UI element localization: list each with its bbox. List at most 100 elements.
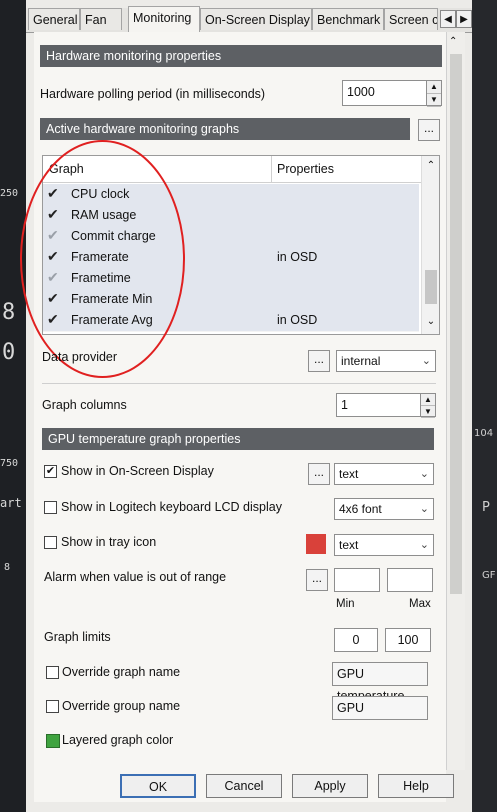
divider [42, 383, 436, 384]
help-button[interactable]: Help [378, 774, 454, 798]
data-provider-more-button[interactable]: ... [308, 350, 330, 372]
graph-list[interactable]: Graph Properties ✔ CPU clock ✔ RAM usage… [42, 155, 440, 335]
chevron-down-icon[interactable]: ⌄ [422, 316, 439, 327]
spin-down-icon[interactable]: ▼ [427, 94, 441, 107]
override-group-name-checkbox[interactable] [46, 700, 59, 713]
panel-scrollbar[interactable]: ⌃ [446, 32, 465, 770]
override-graph-name-checkbox[interactable] [46, 666, 59, 679]
graph-columns-value: 1 [341, 398, 348, 412]
panel-scrollbar-thumb[interactable] [450, 54, 462, 594]
tray-checkbox[interactable] [44, 536, 57, 549]
chevron-down-icon[interactable]: ⌄ [420, 464, 429, 484]
cancel-button[interactable]: Cancel [206, 774, 282, 798]
background-text: GF [482, 570, 496, 581]
alarm-min-input[interactable] [334, 568, 380, 592]
override-group-name-label: Override group name [62, 699, 181, 713]
logitech-checkbox[interactable] [44, 501, 57, 514]
alarm-more-button[interactable]: ... [306, 569, 328, 591]
apply-button[interactable]: Apply [292, 774, 368, 798]
graph-limit-min-input[interactable]: 0 [334, 628, 378, 652]
graph-name: RAM usage [71, 208, 137, 222]
unchecked-icon[interactable]: ✔ [47, 269, 59, 286]
scroll-up-icon[interactable]: ⌃ [449, 36, 457, 47]
polling-period-stepper[interactable]: ▲ ▼ [426, 81, 441, 107]
graph-list-row[interactable]: ✔ Framerate Avg in OSD [43, 310, 419, 332]
tray-format-select[interactable]: text ⌄ [334, 534, 434, 556]
background-text: 8 [2, 300, 16, 325]
override-group-name-input[interactable]: GPU [332, 696, 428, 720]
graph-list-row[interactable]: ✔ Commit charge [43, 226, 419, 248]
column-header-properties[interactable]: Properties [277, 162, 334, 176]
osd-format-value: text [339, 467, 359, 481]
background-right-strip: 104 P GF [470, 0, 497, 812]
alarm-max-input[interactable] [387, 568, 433, 592]
section-active-graphs: Active hardware monitoring graphs [40, 118, 410, 140]
graph-limit-max-input[interactable]: 100 [385, 628, 431, 652]
tab-scroll-right-icon[interactable]: ▶ [456, 10, 472, 28]
background-text: 250 [0, 188, 19, 199]
graph-list-row[interactable]: ✔ Framerate in OSD [43, 247, 419, 269]
alarm-min-label: Min [336, 598, 355, 610]
layered-color-swatch[interactable] [46, 734, 60, 748]
graph-list-row[interactable]: ✔ Frametime [43, 268, 419, 290]
column-header-graph[interactable]: Graph [49, 162, 84, 176]
graph-list-row[interactable]: ✔ CPU clock [43, 184, 419, 206]
ok-button[interactable]: OK [120, 774, 196, 798]
data-provider-select[interactable]: internal ⌄ [336, 350, 436, 372]
graph-properties: in OSD [277, 313, 318, 327]
tab-fan[interactable]: Fan [80, 8, 122, 30]
graph-name: Framerate [71, 250, 129, 264]
graph-columns-stepper[interactable]: ▲ ▼ [420, 394, 435, 418]
osd-checkbox[interactable]: ✔ [44, 465, 57, 478]
graph-list-scrollbar[interactable]: ⌃ ⌄ [421, 156, 439, 334]
column-separator [271, 156, 272, 182]
graph-name: CPU clock [71, 187, 130, 201]
background-text: 104 [474, 428, 494, 439]
graph-name: Framerate Min [71, 292, 153, 306]
logitech-format-select[interactable]: 4x6 font ⌄ [334, 498, 434, 520]
graph-columns-label: Graph columns [42, 398, 127, 412]
chevron-down-icon[interactable]: ⌄ [420, 499, 429, 519]
spin-up-icon[interactable]: ▲ [421, 394, 435, 406]
tab-on-screen-display[interactable]: On-Screen Display [200, 8, 312, 30]
background-left-strip: 250 8 0 750 art 8 [0, 0, 26, 812]
graph-properties: in OSD [277, 250, 318, 264]
chevron-down-icon[interactable]: ⌄ [420, 535, 429, 555]
graph-name: Frametime [71, 271, 131, 285]
spin-down-icon[interactable]: ▼ [421, 406, 435, 418]
background-text: art [0, 496, 22, 510]
tab-screen-capture[interactable]: Screen c [384, 8, 438, 30]
checked-icon[interactable]: ✔ [47, 311, 59, 328]
checked-icon[interactable]: ✔ [47, 185, 59, 202]
osd-format-select[interactable]: text ⌄ [334, 463, 434, 485]
background-text: 750 [0, 458, 19, 469]
checked-icon[interactable]: ✔ [47, 206, 59, 223]
active-graphs-more-button[interactable]: ... [418, 119, 440, 141]
polling-period-input[interactable]: 1000 ▲ ▼ [342, 80, 442, 107]
unchecked-icon[interactable]: ✔ [47, 227, 59, 244]
alarm-max-label: Max [409, 598, 431, 610]
override-graph-name-input[interactable]: GPU temperature [332, 662, 428, 703]
tab-monitoring[interactable]: Monitoring [128, 6, 200, 32]
graph-list-header: Graph Properties [43, 156, 423, 183]
chevron-up-icon[interactable]: ⌃ [422, 160, 439, 171]
spin-up-icon[interactable]: ▲ [427, 81, 441, 94]
checked-icon[interactable]: ✔ [47, 248, 59, 265]
section-hardware-monitoring: Hardware monitoring properties [40, 45, 442, 67]
tab-general[interactable]: General [28, 8, 80, 30]
graph-columns-input[interactable]: 1 ▲ ▼ [336, 393, 436, 418]
osd-more-button[interactable]: ... [308, 463, 330, 485]
chevron-down-icon[interactable]: ⌄ [422, 351, 431, 371]
data-provider-label: Data provider [42, 350, 118, 364]
graph-list-row[interactable]: ✔ Framerate Min [43, 289, 419, 311]
tab-strip: General Fan Monitoring On-Screen Display… [26, 6, 472, 33]
layered-color-label: Layered graph color [62, 733, 174, 747]
checked-icon[interactable]: ✔ [47, 290, 59, 307]
tab-scroll-left-icon[interactable]: ◀ [440, 10, 456, 28]
tab-benchmark[interactable]: Benchmark [312, 8, 384, 30]
graph-list-scrollbar-thumb[interactable] [425, 270, 437, 304]
tray-color-swatch[interactable] [306, 534, 326, 554]
tray-format-value: text [339, 538, 359, 552]
graph-name: Commit charge [71, 229, 156, 243]
graph-list-row[interactable]: ✔ RAM usage [43, 205, 419, 227]
